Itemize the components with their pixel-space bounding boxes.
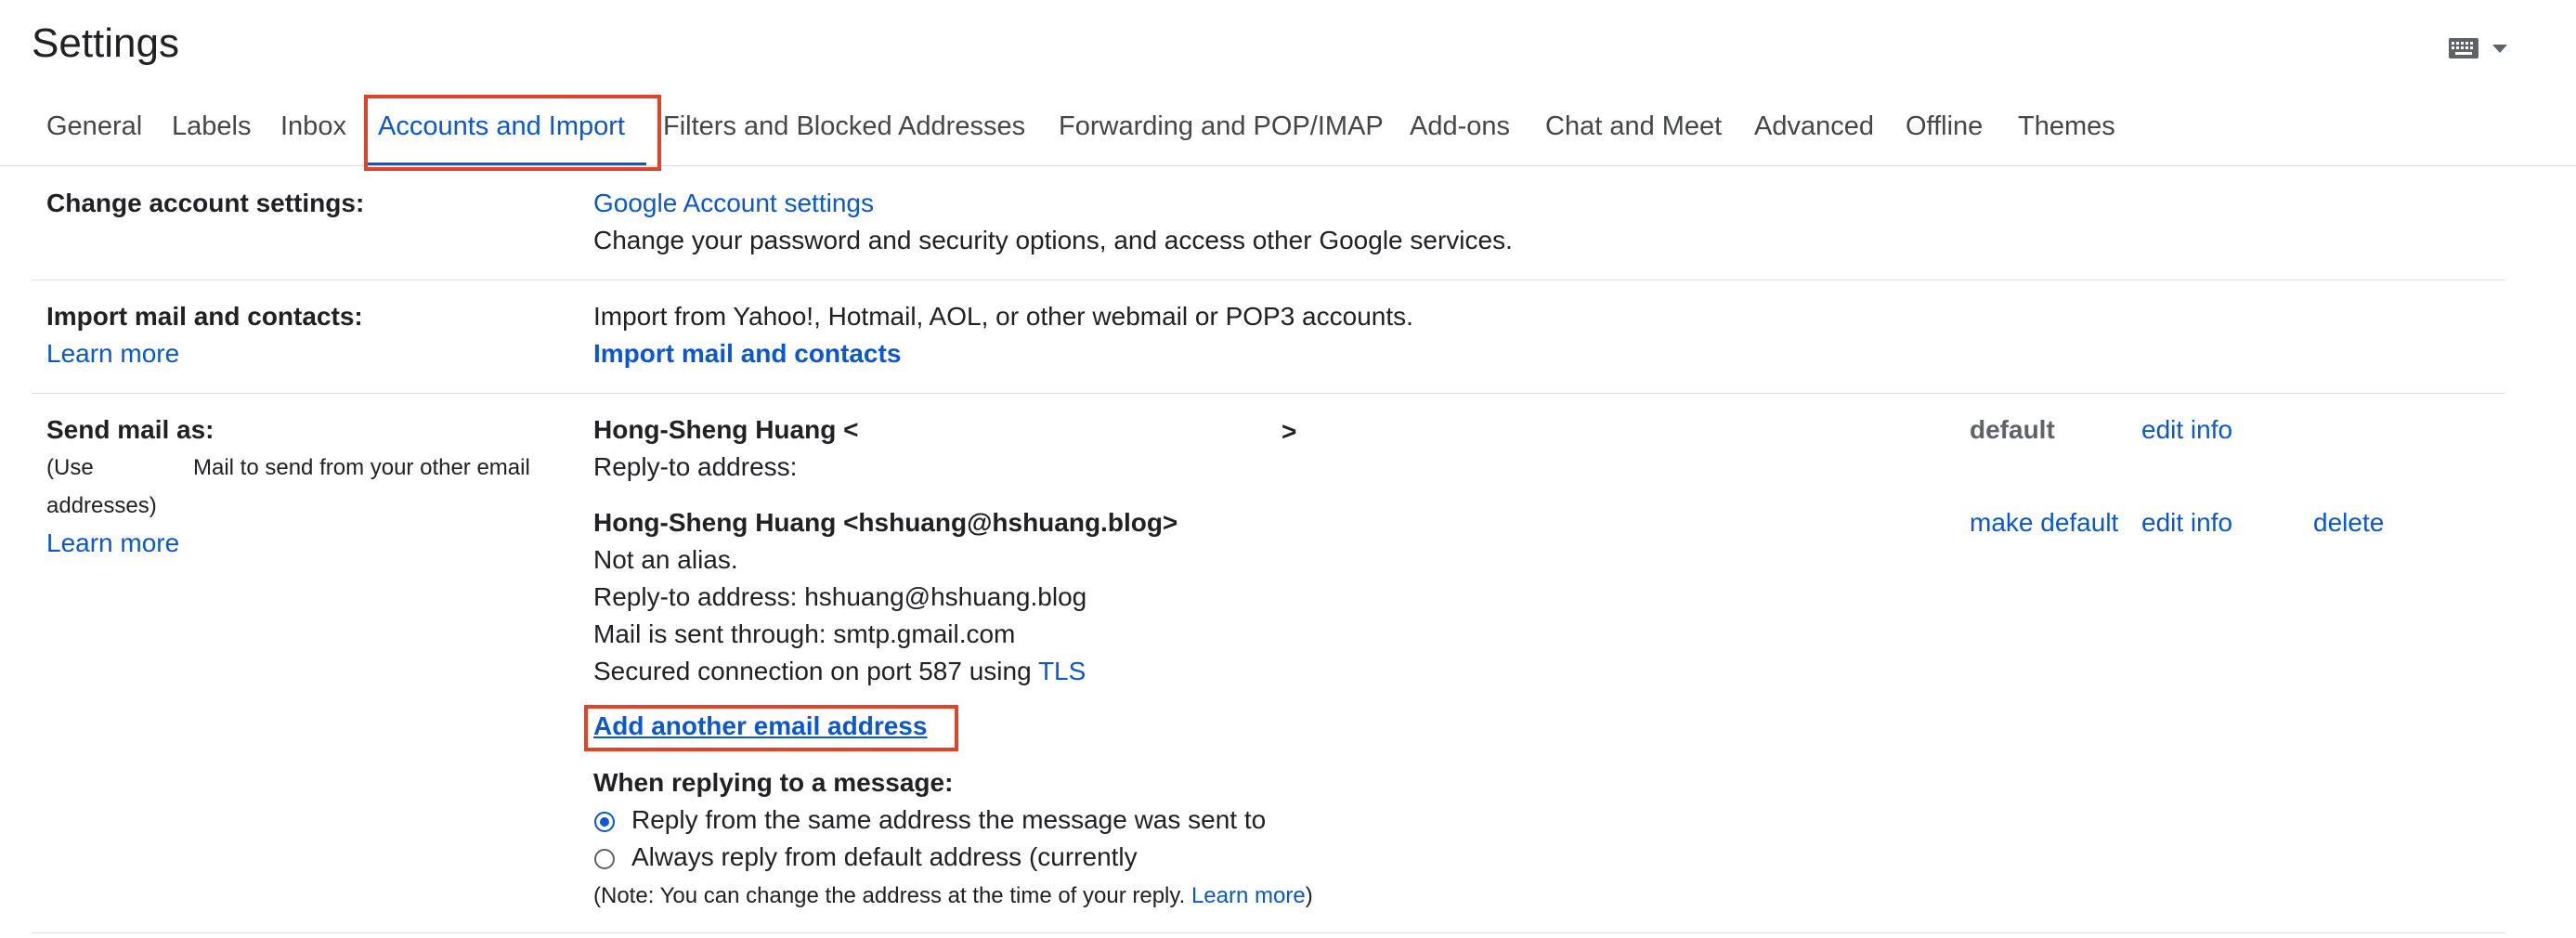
edit-info-link[interactable]: edit info (2141, 508, 2232, 538)
account-name-close: > (1281, 417, 1297, 446)
tab-offline[interactable]: Offline (1906, 111, 1983, 142)
tab-inbox[interactable]: Inbox (280, 111, 346, 142)
alias-status: Not an alias. (593, 545, 738, 574)
import-description: Import from Yahoo!, Hotmail, AOL, or oth… (593, 302, 1413, 331)
google-account-settings-link[interactable]: Google Account settings (593, 189, 874, 218)
edit-info-link[interactable]: edit info (2141, 415, 2232, 445)
secured-connection: Secured connection on port 587 using TLS (593, 657, 1086, 686)
send-mail-learn-more-link[interactable]: Learn more (46, 528, 179, 558)
add-address-highlight-box (584, 705, 958, 751)
tab-forwarding-and-pop-imap[interactable]: Forwarding and POP/IMAP (1059, 111, 1384, 142)
tab-add-ons[interactable]: Add-ons (1410, 111, 1510, 142)
chevron-down-icon[interactable] (2492, 45, 2507, 53)
tab-themes[interactable]: Themes (2018, 111, 2115, 142)
tls-link[interactable]: TLS (1038, 657, 1086, 685)
import-learn-more-link[interactable]: Learn more (46, 339, 179, 369)
change-account-description: Change your password and security option… (593, 226, 1513, 254)
send-mail-help-part1: (Use (46, 455, 94, 480)
import-mail-and-contacts-link[interactable]: Import mail and contacts (593, 339, 901, 369)
import-mail-label: Import mail and contacts: (46, 302, 363, 331)
account-name: Hong-Sheng Huang < (593, 415, 859, 444)
send-mail-help-line2: addresses) (46, 493, 157, 518)
radio-reply-default-address[interactable] (594, 849, 615, 869)
smtp-server: Mail is sent through: smtp.gmail.com (593, 619, 1016, 648)
tab-labels[interactable]: Labels (172, 111, 251, 142)
tab-general[interactable]: General (46, 111, 142, 142)
radio-reply-same-address[interactable] (594, 812, 615, 832)
tab-chat-and-meet[interactable]: Chat and Meet (1545, 111, 1722, 142)
reply-to-address: Reply-to address: (593, 452, 798, 481)
change-account-label: Change account settings: (46, 189, 365, 217)
replying-heading: When replying to a message: (593, 768, 954, 797)
section-divider (32, 932, 2505, 933)
keyboard-icon[interactable] (2448, 37, 2479, 59)
make-default-link[interactable]: make default (1970, 508, 2118, 538)
reply-to-address: Reply-to address: hshuang@hshuang.blog (593, 582, 1087, 611)
send-mail-help-part2: Mail to send from your other email (193, 455, 530, 480)
reply-note: (Note: You can change the address at the… (593, 883, 1313, 909)
reply-note-suffix: ) (1305, 883, 1313, 908)
tab-highlight-box (364, 95, 661, 171)
reply-default-address-label[interactable]: Always reply from default address (curre… (631, 842, 1138, 872)
secured-connection-text: Secured connection on port 587 using (593, 657, 1032, 685)
section-divider (32, 393, 2505, 394)
reply-same-address-label[interactable]: Reply from the same address the message … (631, 805, 1266, 835)
reply-note-text: (Note: You can change the address at the… (593, 883, 1186, 908)
account-name: Hong-Sheng Huang <hshuang@hshuang.blog> (593, 508, 1178, 537)
page-title: Settings (32, 20, 179, 66)
default-badge: default (1970, 415, 2055, 444)
tab-filters-and-blocked-addresses[interactable]: Filters and Blocked Addresses (663, 111, 1025, 142)
reply-note-learn-more-link[interactable]: Learn more (1191, 883, 1306, 908)
delete-link[interactable]: delete (2313, 508, 2384, 538)
send-mail-as-label: Send mail as: (46, 415, 215, 444)
tab-advanced[interactable]: Advanced (1754, 111, 1874, 142)
